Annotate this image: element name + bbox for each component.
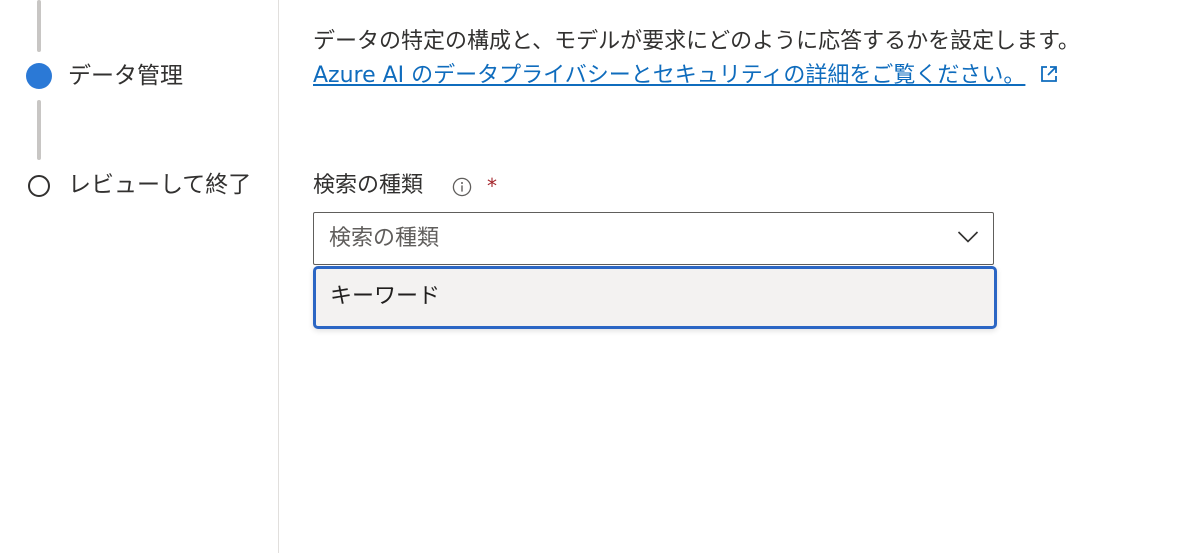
privacy-link-text: Azure AI のデータプライバシーとセキュリティの詳細をご覧ください。 [313,63,1026,88]
step-data-management[interactable]: データ管理 [68,61,183,91]
option-keyword[interactable]: キーワード [330,282,440,312]
stepper-connector [37,100,41,160]
chevron-down-icon [957,231,979,243]
required-asterisk: * [487,174,497,198]
section-description: データの特定の構成と、モデルが要求にどのように応答するかを設定します。 [313,29,1080,54]
search-type-placeholder: 検索の種類 [329,226,440,251]
stepper-connector [37,0,41,52]
privacy-security-link[interactable]: Azure AI のデータプライバシーとセキュリティの詳細をご覧ください。 [313,60,1059,92]
step-review-finish[interactable]: レビューして終了 [68,170,253,200]
search-type-label: 検索の種類 [313,173,424,198]
page: データ管理 レビューして終了 データの特定の構成と、モデルが要求にどのように応答… [0,0,1200,553]
wizard-stepper: データ管理 レビューして終了 [0,0,279,553]
step-pending-indicator [28,175,50,197]
info-icon[interactable] [452,177,472,197]
search-type-dropdown[interactable]: 検索の種類 [313,212,994,265]
step-current-indicator [26,63,52,89]
external-link-icon [1041,66,1058,82]
search-type-listbox: キーワード [313,266,997,329]
